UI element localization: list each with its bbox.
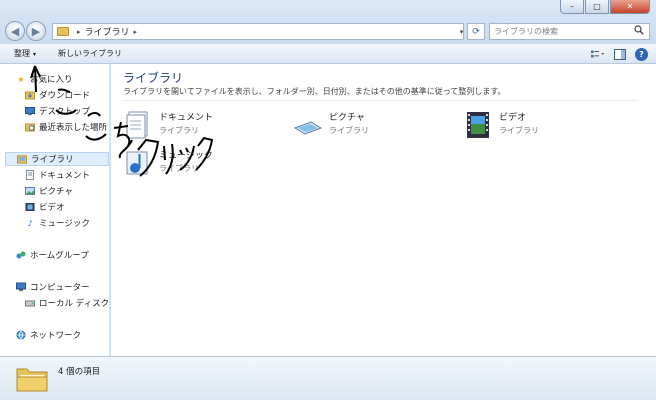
sidebar-item-homegroup[interactable]: ホームグループ: [16, 248, 89, 262]
sidebar-item-documents[interactable]: ドキュメント: [25, 168, 90, 182]
sidebar-item-label: ライブラリ: [31, 155, 74, 165]
libraries-icon: [17, 154, 27, 164]
homegroup-icon: [16, 250, 26, 260]
videos-icon: [463, 110, 493, 140]
sidebar-item-label: ピクチャ: [39, 187, 73, 197]
library-type: ライブラリ: [329, 126, 369, 135]
chevron-down-icon: ▾: [33, 51, 37, 58]
recent-places-icon: [25, 122, 35, 132]
music-icon: [123, 148, 153, 178]
sidebar-item-local-disk[interactable]: ローカル ディスク (: [25, 296, 110, 310]
sidebar-item-favorites[interactable]: ★ お気に入り: [16, 72, 73, 86]
sidebar-item-label: ホームグループ: [30, 251, 89, 261]
library-tile-documents[interactable]: ドキュメント ライブラリ: [123, 110, 213, 144]
library-type: ライブラリ: [499, 126, 539, 135]
new-library-button[interactable]: 新しいライブラリ: [58, 48, 122, 59]
title-bar: – □ ✕ ◀ ▶ ▸ ライブラリ ▸ ▾ ⟳: [0, 0, 656, 44]
local-disk-icon: [25, 298, 35, 308]
change-view-icon[interactable]: [591, 47, 605, 61]
library-type: ライブラリ: [159, 164, 199, 173]
header-divider: [123, 100, 638, 101]
sidebar-item-desktop[interactable]: デスクトップ: [25, 104, 90, 118]
videos-icon: [25, 202, 35, 212]
sidebar-item-computer[interactable]: コンピューター: [16, 280, 90, 294]
status-bar: 4 個の項目: [0, 356, 656, 400]
network-icon: [16, 330, 26, 340]
sidebar-item-downloads[interactable]: ダウンロード: [25, 88, 90, 102]
forward-button[interactable]: ▶: [26, 21, 46, 41]
organize-button[interactable]: 整理 ▾: [14, 48, 36, 59]
sidebar-item-label: ネットワーク: [30, 331, 82, 341]
sidebar-item-label: ローカル ディスク (: [39, 299, 110, 309]
view-tools: ?: [591, 47, 648, 61]
library-tile-music[interactable]: ミュージック ライブラリ: [123, 148, 213, 182]
sidebar-item-label: 最近表示した場所: [39, 123, 108, 133]
sidebar-item-label: ダウンロード: [39, 91, 91, 101]
search-icon[interactable]: [634, 25, 644, 38]
library-folder-icon: [57, 27, 69, 36]
download-folder-icon: [25, 90, 35, 100]
documents-icon: [25, 170, 35, 180]
breadcrumb-chevron-icon[interactable]: ▸: [134, 28, 138, 36]
refresh-button[interactable]: ⟳: [467, 23, 485, 40]
navigation-pane: ★ お気に入り ダウンロード デスクトップ 最近表示した場所 ライブラリ ドキュ…: [0, 64, 110, 356]
preview-pane-icon[interactable]: [613, 47, 627, 61]
sidebar-item-label: デスクトップ: [39, 107, 91, 117]
library-name: ドキュメント: [159, 113, 214, 123]
sidebar-item-label: お気に入り: [30, 75, 73, 85]
close-button[interactable]: ✕: [610, 0, 650, 14]
navigation-buttons: ◀ ▶: [5, 21, 47, 41]
search-input[interactable]: [494, 27, 634, 36]
sidebar-item-videos[interactable]: ビデオ: [25, 200, 65, 214]
library-tile-pictures[interactable]: ピクチャ ライブラリ: [293, 110, 369, 144]
content-pane: ライブラリ ライブラリを開いてファイルを表示し、フォルダー別、日付別、またはその…: [111, 64, 656, 356]
sidebar-item-libraries[interactable]: ライブラリ: [5, 152, 109, 166]
sidebar-item-label: ドキュメント: [39, 171, 91, 181]
minimize-button[interactable]: –: [560, 0, 584, 14]
pictures-icon: [293, 110, 323, 140]
sidebar-item-label: ビデオ: [39, 203, 65, 213]
sidebar-item-pictures[interactable]: ピクチャ: [25, 184, 73, 198]
music-icon: ♪: [27, 218, 33, 228]
sidebar-item-music[interactable]: ♪ ミュージック: [25, 216, 90, 230]
sidebar-item-label: コンピューター: [30, 283, 90, 293]
library-name: ピクチャ: [329, 113, 365, 123]
window-controls: – □ ✕: [560, 0, 650, 14]
documents-icon: [123, 110, 153, 140]
star-icon: ★: [17, 74, 25, 84]
maximize-button[interactable]: □: [585, 0, 609, 14]
library-type: ライブラリ: [159, 126, 199, 135]
page-title: ライブラリ: [123, 71, 184, 85]
libraries-folder-icon: [16, 363, 48, 393]
breadcrumb-separator-icon[interactable]: ▸: [77, 28, 81, 36]
organize-label: 整理: [14, 49, 30, 58]
sidebar-item-label: ミュージック: [39, 219, 90, 229]
pictures-icon: [25, 186, 35, 196]
sidebar-item-network[interactable]: ネットワーク: [16, 328, 81, 342]
computer-icon: [16, 282, 26, 292]
command-bar: 整理 ▾ 新しいライブラリ ?: [0, 44, 656, 64]
page-description: ライブラリを開いてファイルを表示し、フォルダー別、日付別、またはその他の基準に従…: [123, 87, 506, 96]
breadcrumb-libraries[interactable]: ライブラリ: [85, 25, 130, 38]
library-name: ビデオ: [499, 113, 527, 123]
desktop-icon: [25, 106, 35, 116]
help-icon[interactable]: ?: [635, 47, 648, 61]
item-count: 4 個の項目: [58, 367, 101, 377]
sidebar-item-recent-places[interactable]: 最近表示した場所: [25, 120, 107, 134]
library-tile-videos[interactable]: ビデオ ライブラリ: [463, 110, 539, 144]
library-name: ミュージック: [159, 151, 213, 161]
address-bar[interactable]: ▸ ライブラリ ▸: [52, 23, 464, 40]
address-history-dropdown[interactable]: ▾: [456, 23, 467, 40]
back-button[interactable]: ◀: [5, 21, 25, 41]
search-box[interactable]: [489, 23, 650, 40]
